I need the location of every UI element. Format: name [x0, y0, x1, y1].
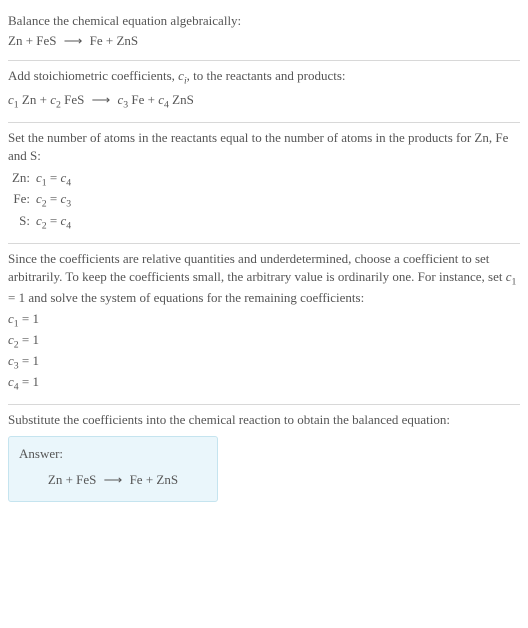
cb-sub: 4 [66, 220, 71, 231]
arrow-icon: ⟶ [92, 91, 111, 109]
atom-row: S: c2 = c4 [8, 212, 520, 233]
atom-row: Zn: c1 = c4 [8, 169, 520, 190]
sp4: ZnS [169, 92, 194, 107]
answer-eq-right: Fe + ZnS [130, 472, 179, 487]
cc-val: = 1 [19, 311, 39, 326]
atom-row: Fe: c2 = c3 [8, 190, 520, 211]
sp1: Zn + [19, 92, 51, 107]
coeff-row: c1 = 1 [8, 310, 520, 331]
atom-label: S: [8, 212, 36, 230]
arrow-icon: ⟶ [64, 32, 83, 50]
section-solve: Since the coefficients are relative quan… [8, 244, 520, 406]
answer-box: Answer: Zn + FeS ⟶ Fe + ZnS [8, 436, 218, 502]
solve-before: Since the coefficients are relative quan… [8, 251, 506, 284]
solve-text: Since the coefficients are relative quan… [8, 250, 520, 308]
intro-eq-right: Fe + ZnS [90, 33, 139, 48]
coeff-row: c3 = 1 [8, 352, 520, 373]
stoich-text-after: , to the reactants and products: [187, 68, 346, 83]
cc-val: = 1 [19, 332, 39, 347]
sp3: Fe + [128, 92, 158, 107]
atoms-table: Zn: c1 = c4 Fe: c2 = c3 S: c2 = c4 [8, 169, 520, 233]
solve-c1-sub: 1 [512, 277, 517, 288]
intro-eq-left: Zn + FeS [8, 33, 57, 48]
solve-mid: = 1 and solve the system of equations fo… [8, 290, 364, 305]
atom-eq: c2 = c3 [36, 190, 71, 211]
cb-sub: 3 [66, 199, 71, 210]
atoms-header: Set the number of atoms in the reactants… [8, 129, 520, 165]
answer-equation: Zn + FeS ⟶ Fe + ZnS [19, 471, 207, 489]
intro-header: Balance the chemical equation algebraica… [8, 12, 520, 30]
section-stoich: Add stoichiometric coefficients, ci, to … [8, 61, 520, 122]
stoich-equation: c1 Zn + c2 FeS ⟶ c3 Fe + c4 ZnS [8, 91, 520, 112]
section-intro: Balance the chemical equation algebraica… [8, 6, 520, 61]
section-substitute: Substitute the coefficients into the che… [8, 405, 520, 512]
eq-sign: = [47, 191, 61, 206]
answer-label: Answer: [19, 445, 207, 463]
stoich-text: Add stoichiometric coefficients, ci, to … [8, 67, 520, 88]
coeff-row: c2 = 1 [8, 331, 520, 352]
cb-sub: 4 [66, 178, 71, 189]
coeff-row: c4 = 1 [8, 373, 520, 394]
atom-label: Fe: [8, 190, 36, 208]
cc-val: = 1 [19, 353, 39, 368]
section-atoms: Set the number of atoms in the reactants… [8, 123, 520, 244]
cc-val: = 1 [19, 374, 39, 389]
atom-eq: c2 = c4 [36, 212, 71, 233]
intro-equation: Zn + FeS ⟶ Fe + ZnS [8, 32, 520, 50]
sp2: FeS [61, 92, 84, 107]
document-container: Balance the chemical equation algebraica… [0, 0, 528, 518]
arrow-icon: ⟶ [104, 471, 123, 489]
stoich-text-before: Add stoichiometric coefficients, [8, 68, 178, 83]
coeff-list: c1 = 1 c2 = 1 c3 = 1 c4 = 1 [8, 310, 520, 395]
substitute-text: Substitute the coefficients into the che… [8, 411, 520, 429]
eq-sign: = [47, 170, 61, 185]
atom-eq: c1 = c4 [36, 169, 71, 190]
answer-eq-left: Zn + FeS [48, 472, 97, 487]
atom-label: Zn: [8, 169, 36, 187]
eq-sign: = [47, 213, 61, 228]
